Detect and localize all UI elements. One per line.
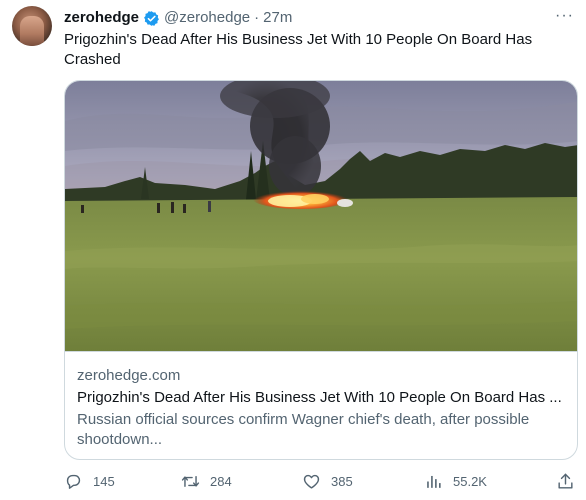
tweet-actions: 145 284 385 55.2K [64, 470, 578, 494]
tweet-text: Prigozhin's Dead After His Business Jet … [64, 31, 533, 68]
heart-icon [303, 474, 320, 489]
share-button[interactable] [556, 470, 575, 492]
verified-badge-icon [144, 10, 159, 26]
card-meta[interactable]: zerohedge.com Prigozhin's Dead After His… [65, 351, 577, 450]
avatar-figure [20, 16, 44, 46]
retweet-count: 284 [210, 473, 232, 489]
link-card[interactable]: zerohedge.com Prigozhin's Dead After His… [64, 80, 578, 460]
like-button[interactable]: 385 [302, 470, 353, 492]
views-bar-chart-icon [427, 475, 441, 488]
reply-button[interactable]: 145 [64, 470, 115, 492]
display-name[interactable]: zerohedge [64, 8, 139, 28]
avatar[interactable] [12, 6, 52, 46]
retweet-icon [181, 475, 200, 487]
share-icon [558, 473, 573, 489]
card-title: Prigozhin's Dead After His Business Jet … [77, 389, 562, 406]
tweet[interactable]: zerohedge @zerohedge · 27m ··· Prigozhin… [0, 0, 586, 500]
handle[interactable]: @zerohedge [164, 8, 250, 28]
retweet-button[interactable]: 284 [181, 470, 232, 492]
timestamp[interactable]: 27m [263, 8, 292, 28]
card-description: Russian official sources confirm Wagner … [77, 411, 530, 448]
crash-site-photo [65, 81, 577, 351]
views-button[interactable]: 55.2K [424, 470, 487, 492]
card-domain: zerohedge.com [77, 367, 181, 384]
card-image[interactable] [65, 81, 577, 351]
reply-icon [66, 474, 81, 489]
reply-count: 145 [93, 473, 115, 489]
separator-dot: · [254, 9, 260, 26]
view-count: 55.2K [453, 473, 487, 489]
like-count: 385 [331, 473, 353, 489]
more-options-icon[interactable]: ··· [555, 8, 574, 24]
tweet-header: zerohedge @zerohedge · 27m [64, 8, 292, 28]
